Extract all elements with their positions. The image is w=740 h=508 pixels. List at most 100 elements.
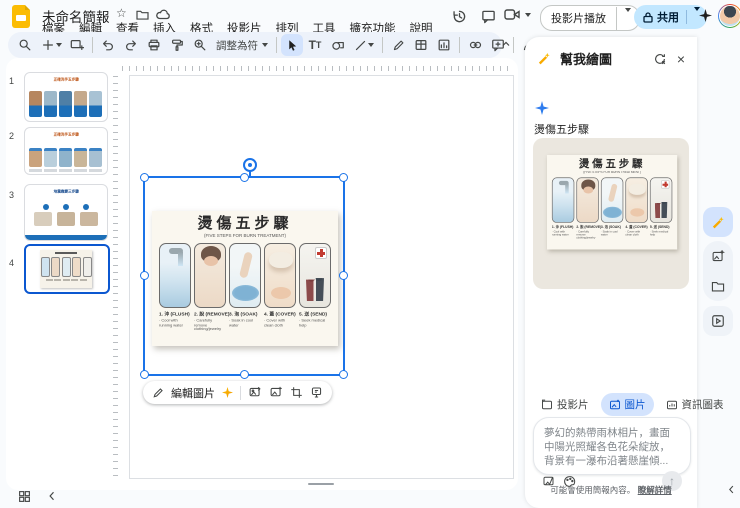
resize-handle-w[interactable] — [140, 271, 149, 280]
slide-number: 1 — [9, 76, 15, 86]
poster-subtitle: (FIVE STEPS FOR BURN TREATMENT) — [203, 233, 287, 239]
rail-image-icon[interactable] — [703, 241, 733, 271]
poster-step-flush: 1. 沖 (FLUSH) · Cool with running water — [159, 243, 191, 339]
poster-step-send: 5. 送 (SEND) · Seek medical help — [649, 177, 673, 244]
horizontal-ruler — [122, 66, 512, 71]
edit-image-button[interactable]: 編輯圖片 — [171, 385, 215, 401]
generated-poster-slot: 燙傷五步驟 (FIVE STEPS FOR BURN TREATMENT) 1.… — [547, 155, 689, 289]
main-toolbar: 調整為符 TT ⋮ — [8, 32, 625, 58]
textbox-tool-icon[interactable]: TT — [304, 34, 326, 56]
magic-wand-icon — [538, 52, 550, 65]
vertical-ruler — [113, 76, 118, 476]
slides-logo-icon[interactable] — [12, 5, 33, 29]
tab-image-selected[interactable]: 圖片 — [600, 393, 654, 416]
collapse-filmstrip-icon[interactable] — [46, 490, 58, 502]
poster-step-cover: 4. 蓋 (COVER) · Cover with clean cloth — [264, 243, 296, 339]
slide-number: 3 — [9, 190, 15, 200]
select-tool-icon[interactable] — [281, 34, 303, 56]
send-illustration — [649, 177, 673, 223]
line-tool-icon[interactable] — [350, 34, 378, 56]
slide-thumbnail-1[interactable]: 正確洗手五步驟 — [24, 72, 108, 122]
table-icon[interactable] — [410, 34, 432, 56]
undo-icon[interactable] — [97, 34, 119, 56]
cover-illustration — [264, 243, 296, 308]
collapse-toolbar-icon[interactable] — [500, 38, 512, 50]
ai-sparkle-icon — [222, 387, 233, 398]
shape-tool-icon[interactable] — [327, 34, 349, 56]
panel-title: 幫我繪圖 — [560, 52, 613, 67]
grid-view-icon[interactable] — [18, 490, 31, 503]
paint-format-icon[interactable] — [166, 34, 188, 56]
cover-illustration — [625, 177, 648, 223]
insert-link-icon[interactable] — [464, 34, 486, 56]
selected-image[interactable]: 燙傷五步驟 (FIVE STEPS FOR BURN TREATMENT) 1.… — [140, 173, 348, 379]
meet-button[interactable] — [504, 7, 531, 22]
share-button[interactable]: 共用 — [634, 5, 707, 29]
new-slide-button[interactable] — [37, 34, 65, 56]
poster-title: 燙傷五步驟 — [197, 216, 293, 232]
close-panel-icon[interactable]: × — [677, 51, 685, 67]
resize-handle-se[interactable] — [339, 370, 348, 379]
generated-image-preview[interactable]: 燙傷五步驟 (FIVE STEPS FOR BURN TREATMENT) 1.… — [533, 138, 689, 289]
add-image-button[interactable] — [269, 386, 283, 399]
burn-treatment-poster: 燙傷五步驟 (FIVE STEPS FOR BURN TREATMENT) 1.… — [152, 211, 338, 346]
resize-handle-s[interactable] — [240, 370, 249, 379]
poster-step-remove: 2. 脫 (REMOVE) · Carefully remove clothing… — [194, 243, 229, 339]
poster-step-remove: 2. 脫 (REMOVE) · Carefully remove clothing… — [576, 177, 601, 244]
resize-handle-e[interactable] — [339, 271, 348, 280]
resize-handle-n[interactable] — [240, 173, 249, 182]
reset-history-icon[interactable] — [653, 52, 667, 66]
prompt-text: 燙傷五步驟 — [534, 124, 589, 136]
slide-thumbnail-4-selected[interactable] — [24, 244, 110, 294]
replace-image-button[interactable] — [248, 386, 262, 399]
notes-resize-handle[interactable] — [308, 483, 334, 485]
collapse-panel-icon[interactable] — [726, 484, 737, 495]
image-context-toolbar: 編輯圖片 — [143, 381, 332, 404]
pen-tool-icon[interactable] — [387, 34, 409, 56]
slide-thumbnail-2[interactable]: 正確洗手五步驟 — [24, 127, 108, 175]
share-dropdown[interactable] — [687, 7, 707, 23]
soak-illustration — [600, 177, 624, 223]
crop-image-button[interactable] — [290, 386, 303, 399]
prompt-input-placeholder: 夢幻的熱帶雨林相片，畫面中陽光照耀各色花朵綻放，背景有一瀑布沿著懸崖傾... — [544, 427, 670, 467]
rail-play-icon[interactable] — [703, 306, 733, 336]
resize-handle-nw[interactable] — [140, 173, 149, 182]
poster-step-flush: 1. 沖 (FLUSH) · Cool with running water — [551, 177, 575, 244]
resize-handle-sw[interactable] — [140, 370, 149, 379]
feedback-button[interactable] — [310, 386, 323, 399]
chart-icon[interactable] — [433, 34, 455, 56]
google-slides-window: 未命名簡報 ☆ 檔案 編輯 查看 插入 格式 投影片 排列 工具 擴充功能 說明… — [0, 0, 740, 508]
gemini-response-sparkle-icon — [535, 101, 549, 115]
slide-thumbnail-3[interactable]: 地震應變三步驟 — [24, 184, 108, 241]
rail-help-me-visualize-active[interactable] — [703, 207, 733, 237]
zoom-fit-dropdown[interactable]: 調整為符 — [212, 34, 272, 56]
slide-number: 4 — [9, 258, 15, 268]
prompt-input[interactable]: 夢幻的熱帶雨林相片，畫面中陽光照耀各色花朵綻放，背景有一瀑布沿著懸崖傾... ↑ — [533, 417, 691, 491]
soak-illustration — [229, 243, 261, 308]
disclaimer: 可能會使用簡報內容。 瞭解詳情 — [550, 485, 672, 495]
slideshow-button[interactable]: 投影片播放 — [540, 5, 640, 31]
print-icon[interactable] — [143, 34, 165, 56]
avatar[interactable] — [718, 4, 740, 28]
tab-infographic[interactable]: 資訊圖表 — [658, 393, 732, 416]
poster-step-send: 5. 送 (SEND) · Seek medical help — [299, 243, 331, 339]
redo-icon[interactable] — [120, 34, 142, 56]
flush-illustration — [159, 243, 191, 308]
poster-step-cover: 4. 蓋 (COVER) · Cover with clean cloth — [625, 177, 648, 244]
search-menus-icon[interactable] — [14, 34, 36, 56]
burn-treatment-poster: 燙傷五步驟 (FIVE STEPS FOR BURN TREATMENT) 1.… — [547, 155, 678, 250]
rail-folder-icon[interactable] — [703, 271, 733, 301]
remove-illustration — [576, 177, 599, 223]
version-history-icon[interactable] — [450, 7, 468, 25]
generation-type-tabs: 投影片 圖片 資訊圖表 — [533, 393, 732, 416]
new-slide-layout-icon[interactable] — [66, 34, 88, 56]
zoom-icon[interactable] — [189, 34, 211, 56]
resize-handle-ne[interactable] — [339, 173, 348, 182]
edit-pen-icon — [153, 387, 163, 398]
comments-icon[interactable] — [479, 7, 497, 25]
slide-number: 2 — [9, 131, 15, 141]
poster-step-soak: 3. 泡 (SOAK) · Soak in cool water — [229, 243, 261, 339]
tab-slides[interactable]: 投影片 — [533, 393, 597, 416]
poster-title: 燙傷五步驟 — [578, 158, 646, 170]
learn-more-link[interactable]: 瞭解詳情 — [638, 485, 672, 495]
